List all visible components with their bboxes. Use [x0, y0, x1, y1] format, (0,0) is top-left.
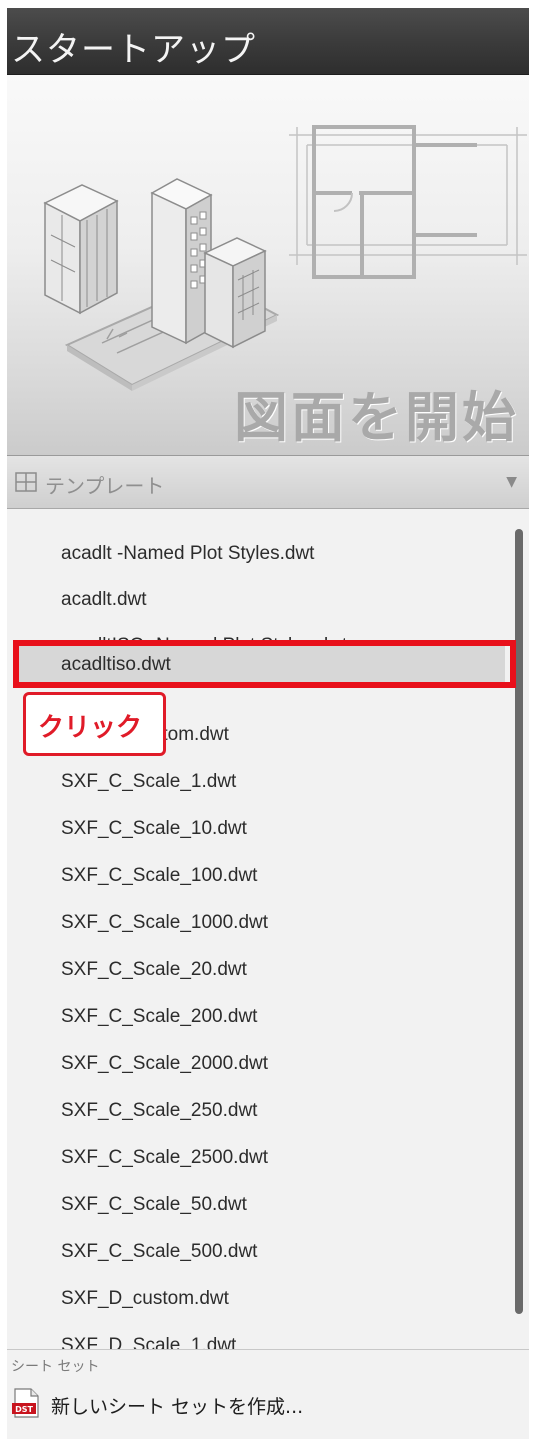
list-item[interactable]: SXF_C_Scale_1000.dwt	[61, 900, 268, 946]
sheet-set-section: シート セット DST 新しいシート セットを作成...	[7, 1349, 529, 1439]
list-item[interactable]: SXF_C_Scale_2000.dwt	[61, 1041, 268, 1087]
list-item[interactable]: SXF_C_Scale_200.dwt	[61, 994, 257, 1040]
click-callout-text: クリック	[38, 713, 143, 743]
template-header-label: テンプレート	[45, 474, 165, 498]
chevron-down-icon[interactable]: ▼	[506, 474, 517, 490]
list-item[interactable]: SXF_C_Scale_50.dwt	[61, 1182, 247, 1228]
list-item[interactable]: SXF_C_Scale_250.dwt	[61, 1088, 257, 1134]
list-item[interactable]: SXF_C_Scale_20.dwt	[61, 947, 247, 993]
click-callout: クリック	[23, 692, 166, 756]
svg-text:DST: DST	[15, 1405, 33, 1414]
list-item[interactable]: SXF_D_custom.dwt	[61, 1276, 229, 1322]
new-sheet-set-button[interactable]: DST 新しいシート セットを作成...	[11, 1384, 341, 1424]
startup-panel: スタートアップ 図面を開始 テンプレート ▼ acadlt -Named Plo…	[0, 0, 540, 1439]
template-list[interactable]: acadlt -Named Plot Styles.dwt acadlt.dwt…	[7, 509, 529, 1349]
sheet-set-label: シート セット	[11, 1359, 100, 1375]
selection-highlight	[13, 640, 516, 688]
list-item[interactable]: SXF_C_Scale_500.dwt	[61, 1229, 257, 1275]
template-icon	[15, 472, 37, 492]
template-dropdown[interactable]: テンプレート ▼	[7, 456, 529, 509]
list-item[interactable]: acadlt -Named Plot Styles.dwt	[61, 531, 314, 577]
list-scrollbar[interactable]	[515, 529, 523, 1314]
list-item[interactable]: SXF_D_Scale_1.dwt	[61, 1323, 236, 1349]
panel-title: スタートアップ	[11, 30, 256, 70]
start-drawing-button[interactable]: 図面を開始	[7, 75, 529, 456]
list-item[interactable]: SXF_C_Scale_10.dwt	[61, 806, 247, 852]
start-drawing-label: 図面を開始	[234, 386, 519, 449]
new-sheet-set-label: 新しいシート セットを作成...	[51, 1396, 304, 1418]
list-item[interactable]: acadlt.dwt	[61, 577, 147, 623]
dst-file-icon: DST	[12, 1388, 39, 1418]
list-item[interactable]: SXF_C_Scale_100.dwt	[61, 853, 257, 899]
panel-titlebar: スタートアップ	[7, 8, 529, 75]
list-item[interactable]: SXF_C_Scale_2500.dwt	[61, 1135, 268, 1181]
list-item[interactable]: SXF_C_Scale_1.dwt	[61, 759, 236, 805]
